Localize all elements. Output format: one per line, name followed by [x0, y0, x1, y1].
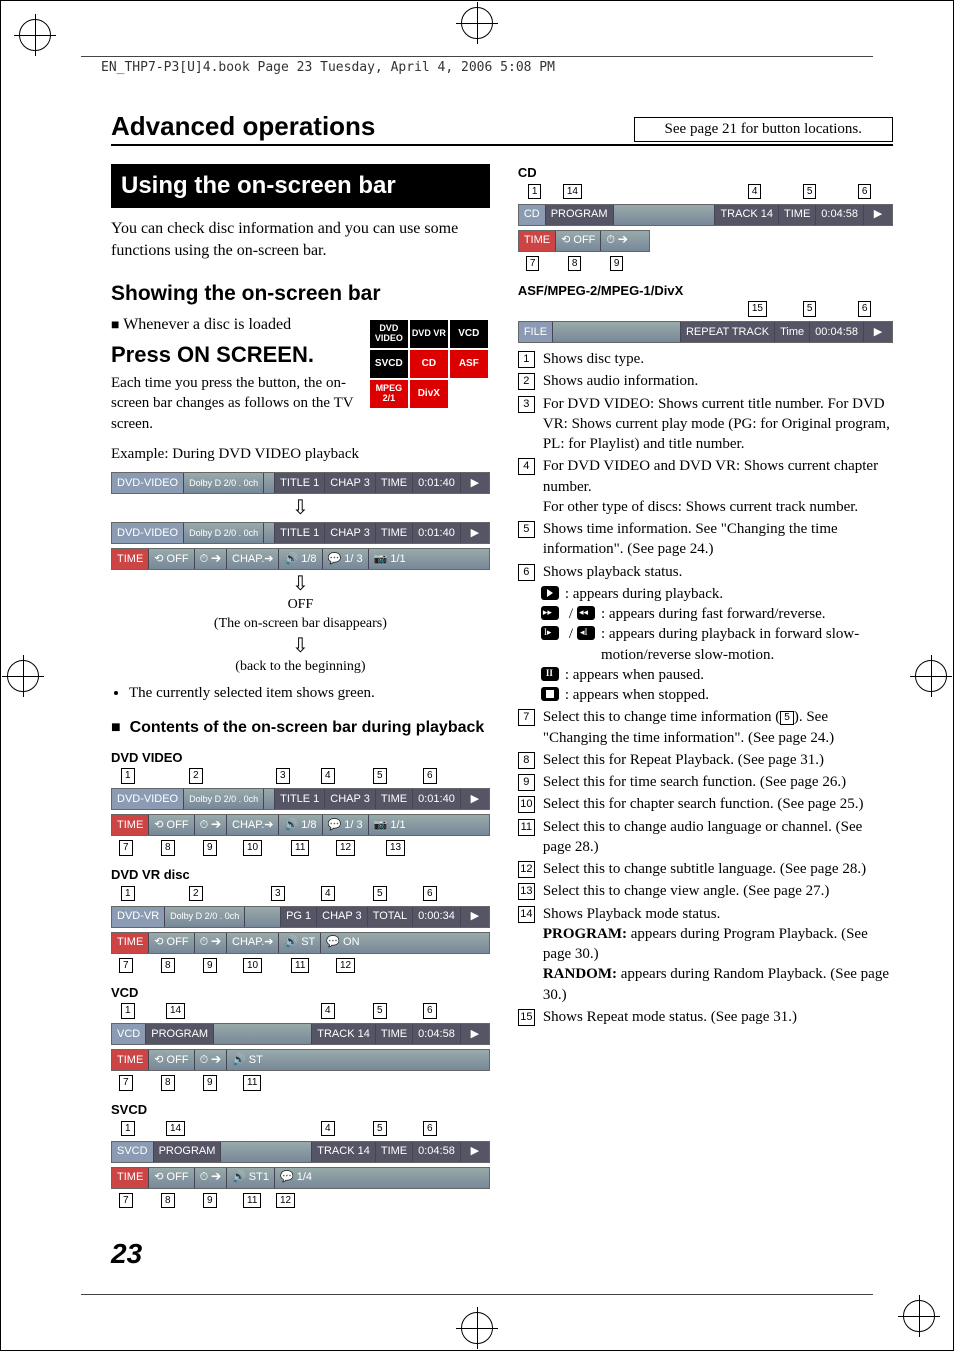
play-icon: ▶	[460, 789, 489, 809]
dvd-video-header: DVD VIDEO	[111, 749, 490, 767]
disc-type-grid: DVD VIDEO DVD VR VCD SVCD CD ASF MPEG 2/…	[368, 318, 490, 410]
footer-rule	[81, 1294, 873, 1295]
onscreen-bar: DVD-VIDEO Dolby D 2/0 . 0ch TITLE 1 CHAP…	[111, 788, 490, 810]
osb-audio: Dolby D 2/0 . 0ch	[183, 473, 263, 493]
play-icon: ▶	[460, 523, 489, 543]
disc-cell: DivX	[409, 379, 449, 409]
onscreen-bar: DVD-VR Dolby D 2/0 . 0ch PG 1 CHAP 3 TOT…	[111, 906, 490, 928]
registration-mark	[7, 660, 39, 692]
osb-title: TITLE 1	[274, 473, 324, 493]
topic-title: Using the on-screen bar	[111, 164, 490, 208]
onscreen-bar: CD PROGRAM TRACK 14 TIME 0:04:58 ▶	[518, 204, 893, 226]
registration-mark	[461, 7, 493, 39]
page-number: 23	[111, 1238, 142, 1270]
contents-heading: ■ Contents of the on-screen bar during p…	[111, 717, 490, 739]
disc-cell: DVD VR	[409, 319, 449, 349]
play-icon: ▶	[460, 1024, 489, 1044]
callouts-bot: 7 8 9 10 11 12 13	[111, 840, 490, 856]
header-rule	[81, 56, 873, 57]
pause-icon	[541, 667, 559, 681]
disc-cell: VCD	[449, 319, 489, 349]
down-arrow-icon: ⇩	[111, 498, 490, 518]
fast-forward-icon	[541, 606, 559, 620]
onscreen-bar-row2: TIME ⟲ OFF ⏱ ➔	[518, 230, 650, 252]
seq-disappears: (The on-screen bar disappears)	[111, 615, 490, 634]
page-header: Advanced operations See page 21 for butt…	[111, 111, 893, 146]
play-icon	[541, 586, 559, 600]
page-ref-box: See page 21 for button locations.	[634, 117, 893, 142]
sub-heading: Showing the on-screen bar	[111, 280, 490, 308]
play-icon: ▶	[460, 907, 489, 927]
disc-cell: DVD VIDEO	[369, 319, 409, 349]
slow-forward-icon	[541, 626, 559, 640]
registration-mark	[461, 1312, 493, 1344]
disc-cell: ASF	[449, 349, 489, 379]
onscreen-bar-row2: TIME ⟲ OFF ⏱ ➔ 🔊 ST1 💬 1/4	[111, 1167, 490, 1189]
slow-reverse-icon	[577, 626, 595, 640]
source-file-note: EN_THP7-P3[U]4.book Page 23 Tuesday, Apr…	[101, 60, 555, 75]
callouts-top: 1 2 3 4 5 6	[111, 768, 490, 784]
onscreen-bar-row2: TIME ⟲ OFF ⏱ ➔ CHAP.➔ 🔊 ST 💬 ON	[111, 932, 490, 954]
onscreen-bar-row2: TIME ⟲ OFF ⏱ ➔ CHAP.➔ 🔊 1/8 💬 1/ 3 📷 1/1	[111, 548, 490, 570]
section-title: Advanced operations	[111, 111, 375, 142]
play-icon: ▶	[863, 322, 892, 342]
stop-icon	[541, 687, 559, 701]
osb-disc: DVD-VIDEO	[112, 473, 183, 493]
rewind-icon	[577, 606, 595, 620]
seq-off: OFF	[111, 596, 490, 615]
disc-cell	[449, 379, 489, 409]
down-arrow-icon: ⇩	[111, 574, 490, 594]
osb-time-label: TIME	[375, 473, 412, 493]
onscreen-bar-row2: TIME ⟲ OFF ⏱ ➔ 🔊 ST	[111, 1049, 490, 1071]
osb-chap: CHAP 3	[324, 473, 375, 493]
legend-list: 1Shows disc type. 2Shows audio informati…	[518, 349, 893, 1027]
play-icon: ▶	[863, 205, 892, 225]
play-icon: ▶	[460, 473, 489, 493]
onscreen-bar: DVD-VIDEO Dolby D 2/0 . 0ch TITLE 1 CHAP…	[111, 472, 490, 494]
svcd-header: SVCD	[111, 1101, 490, 1119]
onscreen-bar-row2: TIME ⟲ OFF ⏱ ➔ CHAP.➔ 🔊 1/8 💬 1/ 3 📷 1/1	[111, 814, 490, 836]
registration-mark	[915, 660, 947, 692]
manual-page: EN_THP7-P3[U]4.book Page 23 Tuesday, Apr…	[0, 0, 954, 1351]
vcd-header: VCD	[111, 984, 490, 1002]
registration-mark	[903, 1300, 935, 1332]
play-icon: ▶	[460, 1142, 489, 1162]
disc-cell: CD	[409, 349, 449, 379]
osb-time-val: 0:01:40	[412, 473, 460, 493]
onscreen-bar: SVCD PROGRAM TRACK 14 TIME 0:04:58 ▶	[111, 1141, 490, 1163]
dvd-vr-header: DVD VR disc	[111, 866, 490, 884]
onscreen-bar: DVD-VIDEO Dolby D 2/0 . 0ch TITLE 1 CHAP…	[111, 522, 490, 544]
onscreen-bar: FILE REPEAT TRACK Time 00:04:58 ▶	[518, 321, 893, 343]
seq-back: (back to the beginning)	[111, 658, 490, 677]
note-green: The currently selected item shows green.	[129, 683, 490, 703]
registration-mark	[19, 19, 51, 51]
left-column: Using the on-screen bar You can check di…	[111, 164, 490, 1215]
intro-text: You can check disc information and you c…	[111, 218, 490, 261]
disc-cell: SVCD	[369, 349, 409, 379]
disc-cell: MPEG 2/1	[369, 379, 409, 409]
down-arrow-icon: ⇩	[111, 636, 490, 656]
onscreen-bar: VCD PROGRAM TRACK 14 TIME 0:04:58 ▶	[111, 1023, 490, 1045]
right-column: CD 1 14 4 5 6 CD PROGRAM TRACK 14 TIM	[518, 164, 893, 1215]
asf-header: ASF/MPEG-2/MPEG-1/DivX	[518, 282, 893, 300]
cd-header: CD	[518, 164, 893, 182]
example-label: Example: During DVD VIDEO playback	[111, 444, 490, 464]
